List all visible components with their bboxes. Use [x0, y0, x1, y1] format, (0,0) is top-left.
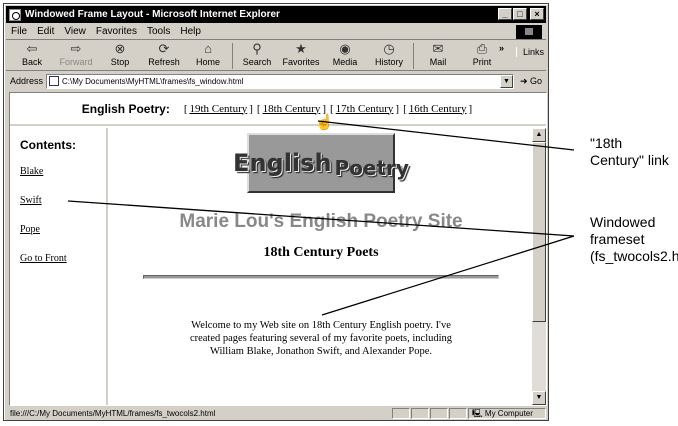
link-callout-line — [317, 120, 575, 151]
frameset-callout: Windowed frameset (fs_twocols2.html) — [590, 214, 678, 264]
callout-lines — [67, 120, 575, 316]
frameset-callout-line-1 — [67, 200, 575, 237]
frameset-callout-line-2 — [321, 235, 575, 316]
link-callout: "18th Century" link — [590, 135, 669, 168]
